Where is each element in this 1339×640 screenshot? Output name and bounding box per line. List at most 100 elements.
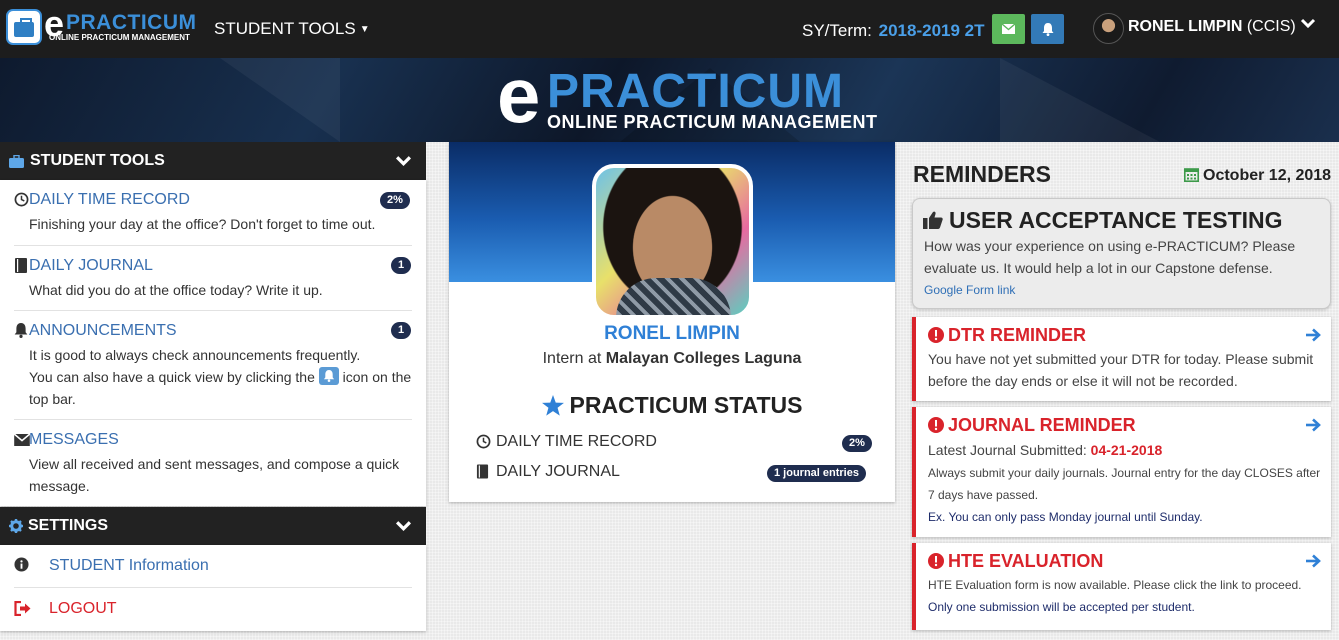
- envelope-icon: [14, 434, 30, 446]
- profile-card: RONEL LIMPIN Intern at Malayan Colleges …: [449, 142, 895, 502]
- app-logo[interactable]: e PRACTICUM ONLINE PRACTICUM MANAGEMENT: [6, 3, 196, 47]
- hte-evaluation-title: HTE EVALUATION: [928, 551, 1103, 572]
- count-badge: 1: [391, 257, 412, 274]
- logout-icon: [14, 601, 31, 616]
- caret-down-icon: ▼: [359, 24, 370, 35]
- user-menu[interactable]: RONEL LIMPIN (CCIS): [1128, 18, 1296, 36]
- status-label: DAILY TIME RECORD: [496, 433, 657, 450]
- journal-reminder-note: Always submit your daily journals. Journ…: [928, 466, 1321, 502]
- user-name: RONEL LIMPIN: [1128, 18, 1243, 35]
- menu-item-label[interactable]: MESSAGES: [29, 431, 119, 449]
- uat-reminder-card: USER ACCEPTANCE TESTING How was your exp…: [912, 198, 1331, 309]
- status-label: DAILY JOURNAL: [496, 463, 620, 480]
- menu-item-announcements[interactable]: ANNOUNCEMENTS 1 It is good to always che…: [14, 311, 412, 420]
- term-value: 2018-2019 2T: [878, 21, 985, 40]
- exclamation-circle-icon: [928, 417, 944, 433]
- gear-icon: [9, 519, 23, 533]
- briefcase-icon: [6, 9, 42, 45]
- latest-journal-line: Latest Journal Submitted: 04-21-2018: [928, 439, 1162, 461]
- exclamation-circle-icon: [928, 553, 944, 569]
- term-indicator: SY/Term: 2018-2019 2T: [802, 21, 985, 41]
- menu-item-desc: You can also have a quick view by clicki…: [29, 366, 411, 388]
- practicum-status-title: PRACTICUM STATUS: [449, 392, 895, 419]
- progress-badge: 2%: [380, 192, 410, 209]
- hte-evaluation-text: HTE Evaluation form is now available. Pl…: [928, 578, 1302, 592]
- photo-detail: [616, 278, 731, 315]
- date-text: October 12, 2018: [1203, 167, 1332, 184]
- notifications-button[interactable]: [1031, 14, 1064, 44]
- student-tools-dropdown[interactable]: STUDENT TOOLS ▼: [214, 19, 370, 39]
- menu-item-label[interactable]: STUDENT Information: [49, 557, 209, 575]
- book-icon: [476, 464, 489, 479]
- banner-logo-e: e: [497, 58, 541, 139]
- clock-icon: [476, 434, 491, 449]
- uat-text: How was your experience on using e-PRACT…: [924, 238, 1296, 276]
- menu-item-logout[interactable]: LOGOUT: [14, 588, 412, 631]
- uat-title: USER ACCEPTANCE TESTING: [923, 207, 1283, 234]
- messages-button[interactable]: [992, 14, 1025, 44]
- banner-shape: [1000, 58, 1160, 142]
- journal-entries-badge: 1 journal entries: [767, 465, 866, 482]
- user-dept: (CCIS): [1246, 18, 1296, 35]
- bell-icon: [14, 323, 28, 338]
- student-tools-label: STUDENT TOOLS: [214, 19, 356, 38]
- clock-icon: [14, 192, 29, 207]
- exclamation-circle-icon: [928, 327, 944, 343]
- arrow-right-icon[interactable]: [1305, 417, 1321, 433]
- hte-evaluation-title-text: HTE EVALUATION: [948, 551, 1104, 571]
- arrow-right-icon[interactable]: [1305, 553, 1321, 569]
- menu-item-desc: Finishing your day at the office? Don't …: [29, 216, 376, 232]
- chevron-down-icon[interactable]: [395, 517, 412, 534]
- hte-evaluation-note: Only one submission will be accepted per…: [928, 600, 1195, 614]
- user-avatar[interactable]: [1093, 13, 1124, 44]
- menu-item-student-information[interactable]: STUDENT Information: [14, 545, 412, 588]
- student-tools-header[interactable]: STUDENT TOOLS: [0, 142, 426, 180]
- dtr-reminder-card[interactable]: DTR REMINDER You have not yet submitted …: [912, 317, 1331, 401]
- desc-text: You can also have a quick view by clicki…: [29, 369, 315, 385]
- student-tools-panel: DAILY TIME RECORD 2% Finishing your day …: [0, 180, 426, 506]
- reminders-title: REMINDERS: [913, 161, 1052, 187]
- status-row-journal: DAILY JOURNAL 1 journal entries: [476, 463, 873, 483]
- menu-item-daily-time-record[interactable]: DAILY TIME RECORD 2% Finishing your day …: [14, 180, 412, 246]
- arrow-right-icon[interactable]: [1305, 327, 1321, 343]
- progress-badge: 2%: [842, 435, 872, 452]
- latest-journal-date: 04-21-2018: [1090, 442, 1163, 458]
- hte-evaluation-card[interactable]: HTE EVALUATION HTE Evaluation form is no…: [912, 543, 1331, 630]
- thumbs-up-icon: [923, 211, 943, 229]
- menu-item-desc: It is good to always check announcements…: [29, 347, 361, 363]
- menu-item-label[interactable]: ANNOUNCEMENTS: [29, 322, 177, 340]
- settings-header[interactable]: SETTINGS: [0, 507, 426, 545]
- status-row-dtr: DAILY TIME RECORD 2%: [476, 433, 873, 453]
- bell-icon: [1042, 22, 1053, 36]
- profile-photo: [592, 164, 753, 319]
- journal-reminder-card[interactable]: JOURNAL REMINDER Latest Journal Submitte…: [912, 407, 1331, 537]
- reminders-date: October 12, 2018: [1184, 167, 1331, 185]
- settings-panel: STUDENT Information LOGOUT: [0, 545, 426, 631]
- chevron-down-icon[interactable]: [1300, 15, 1316, 31]
- menu-item-label[interactable]: DAILY TIME RECORD: [29, 191, 190, 209]
- menu-item-label[interactable]: DAILY JOURNAL: [29, 257, 153, 275]
- count-badge: 1: [391, 322, 412, 339]
- dtr-reminder-title: DTR REMINDER: [928, 325, 1086, 346]
- briefcase-icon: [9, 154, 24, 168]
- dtr-reminder-text: You have not yet submitted your DTR for …: [928, 351, 1314, 389]
- menu-item-desc: top bar.: [29, 391, 76, 407]
- google-form-link[interactable]: Google Form link: [924, 283, 1015, 297]
- menu-item-daily-journal[interactable]: DAILY JOURNAL 1 What did you do at the o…: [14, 246, 412, 311]
- journal-reminder-title: JOURNAL REMINDER: [928, 415, 1136, 436]
- company-name: Malayan Colleges Laguna: [605, 350, 802, 367]
- banner-shape: [220, 58, 340, 142]
- banner-subtitle: ONLINE PRACTICUM MANAGEMENT: [547, 112, 878, 132]
- profile-name: RONEL LIMPIN: [604, 323, 740, 344]
- menu-item-messages[interactable]: MESSAGES View all received and sent mess…: [14, 420, 412, 506]
- journal-reminder-title-text: JOURNAL REMINDER: [948, 415, 1136, 435]
- envelope-icon: [1002, 24, 1015, 34]
- chevron-down-icon[interactable]: [395, 152, 412, 169]
- menu-item-desc: message.: [29, 478, 90, 494]
- latest-journal-label: Latest Journal Submitted:: [928, 442, 1087, 458]
- dtr-reminder-title-text: DTR REMINDER: [948, 325, 1086, 345]
- profile-internship: Intern at Malayan Colleges Laguna: [449, 350, 895, 368]
- status-title-text: PRACTICUM STATUS: [569, 392, 803, 418]
- desc-text: icon on the: [342, 369, 412, 385]
- menu-item-label[interactable]: LOGOUT: [49, 600, 117, 618]
